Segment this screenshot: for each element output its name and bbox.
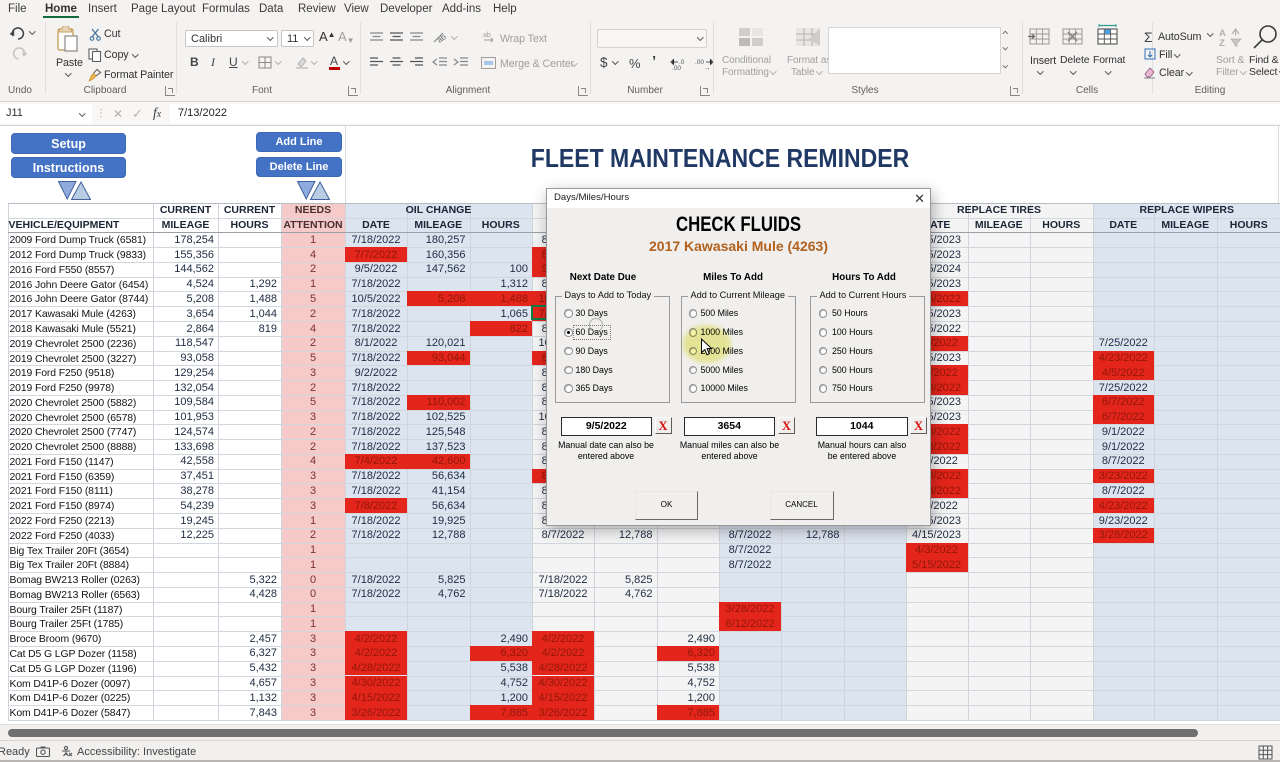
svg-text:→: → (704, 65, 711, 70)
svg-text:ab: ab (483, 32, 491, 39)
svg-text:.00: .00 (672, 65, 681, 70)
svg-text:ab: ab (435, 32, 448, 44)
svg-text:Z: Z (1219, 38, 1225, 47)
svg-text:.00: .00 (695, 59, 704, 66)
